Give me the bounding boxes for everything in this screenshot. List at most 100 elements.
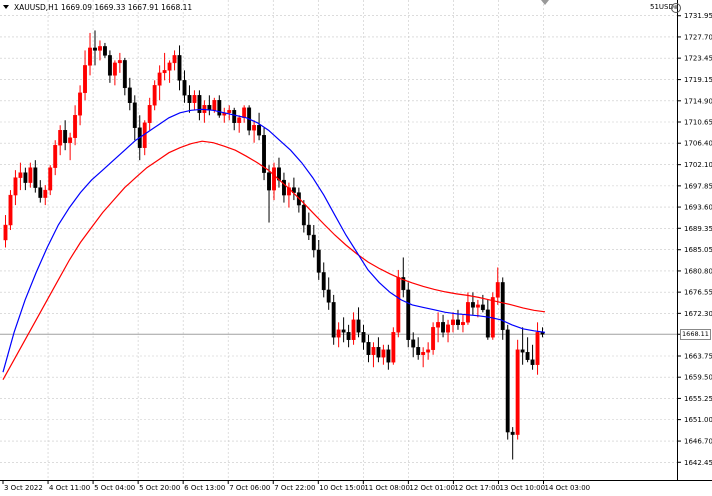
candle bbox=[391, 327, 396, 365]
candle-body bbox=[177, 55, 182, 81]
candle-body bbox=[346, 332, 351, 340]
candle-body bbox=[331, 302, 336, 338]
price-label: 1663.75 bbox=[684, 353, 712, 361]
candle-body bbox=[441, 322, 446, 333]
candle-body bbox=[485, 309, 490, 338]
time-label: 7 Oct 22:00 bbox=[274, 484, 315, 492]
time-label: 6 Oct 13:00 bbox=[184, 484, 225, 492]
time-label: 13 Oct 10:00 bbox=[499, 484, 545, 492]
time-label: 3 Oct 2022 bbox=[4, 484, 43, 492]
candle-body bbox=[192, 95, 197, 103]
candle-body bbox=[58, 130, 63, 146]
chart-shift-marker-icon[interactable] bbox=[541, 0, 549, 5]
candle-body bbox=[267, 172, 271, 191]
price-axis[interactable]: 1731.95 1727.70 1723.45 1719.15 1714.90 1710.… bbox=[677, 12, 712, 467]
chart-window[interactable]: 1731.95 1727.70 1723.45 1719.15 1714.90 1710.… bbox=[0, 0, 712, 496]
time-label: 14 Oct 03:00 bbox=[544, 484, 590, 492]
candle-body bbox=[122, 60, 127, 89]
candle-body bbox=[162, 70, 167, 74]
price-label: 1710.65 bbox=[684, 119, 712, 127]
candle-body bbox=[93, 47, 97, 51]
candle-body bbox=[381, 349, 386, 358]
candle-body bbox=[311, 234, 316, 251]
candle-body bbox=[43, 189, 48, 198]
candle-body bbox=[326, 289, 331, 303]
candle-body bbox=[212, 100, 217, 111]
price-label: 1697.85 bbox=[684, 182, 712, 190]
time-label: 12 Oct 17:00 bbox=[454, 484, 500, 492]
candle-body bbox=[132, 102, 137, 128]
candle-body bbox=[98, 46, 102, 51]
candle-body bbox=[396, 277, 401, 333]
candle bbox=[490, 292, 495, 340]
candle-body bbox=[431, 327, 436, 350]
candle-body bbox=[321, 272, 326, 291]
price-label: 1672.30 bbox=[684, 310, 712, 318]
candle-body bbox=[416, 347, 421, 355]
price-label: 1714.90 bbox=[684, 97, 712, 105]
price-label: 1723.45 bbox=[684, 55, 712, 63]
candle-body bbox=[475, 304, 480, 308]
candle-body bbox=[510, 431, 515, 435]
candle-body bbox=[13, 177, 18, 196]
time-label: 7 Oct 06:00 bbox=[229, 484, 270, 492]
candle-body bbox=[366, 342, 371, 355]
candle bbox=[406, 282, 411, 348]
candle-body bbox=[53, 145, 58, 168]
candle-body bbox=[187, 95, 192, 103]
candle-body bbox=[301, 204, 306, 226]
candle-body bbox=[172, 55, 177, 64]
candle-body bbox=[436, 322, 441, 328]
candle-body bbox=[505, 329, 510, 433]
candle bbox=[515, 339, 520, 440]
candle-body bbox=[102, 46, 107, 56]
candle-body bbox=[446, 324, 450, 333]
price-label: 1685.05 bbox=[684, 246, 712, 254]
price-label: 1702.10 bbox=[684, 161, 712, 169]
candle-body bbox=[217, 100, 222, 116]
time-label: 5 Oct 20:00 bbox=[139, 484, 180, 492]
candle-body bbox=[391, 332, 396, 363]
candle-body bbox=[530, 359, 535, 365]
candle-body bbox=[33, 167, 38, 188]
candle-body bbox=[535, 332, 540, 365]
candle-body bbox=[336, 329, 341, 338]
candle-body bbox=[152, 85, 157, 106]
candle-body bbox=[157, 72, 162, 86]
time-label: 12 Oct 01:00 bbox=[409, 484, 455, 492]
candle bbox=[262, 127, 266, 181]
candle-body bbox=[48, 167, 53, 191]
candle-body bbox=[461, 322, 465, 326]
price-label: 1646.70 bbox=[684, 438, 712, 446]
candle bbox=[505, 324, 510, 440]
candle-body bbox=[83, 65, 87, 94]
candle-body bbox=[28, 167, 33, 183]
time-label: 4 Oct 11:00 bbox=[49, 484, 90, 492]
candle-body bbox=[257, 125, 262, 136]
candle-body bbox=[237, 117, 242, 123]
candle-body bbox=[495, 282, 500, 298]
candle-body bbox=[341, 329, 346, 333]
candle bbox=[396, 269, 401, 338]
price-label: 1693.60 bbox=[684, 204, 712, 212]
candle-body bbox=[525, 352, 530, 360]
price-label: 1706.40 bbox=[684, 140, 712, 148]
price-label: 1659.50 bbox=[684, 374, 712, 382]
candle-body bbox=[426, 349, 431, 353]
candle-body bbox=[117, 60, 122, 64]
close-icon[interactable]: ⊗ bbox=[671, 3, 681, 13]
candle-body bbox=[147, 105, 152, 123]
time-axis[interactable]: 3 Oct 2022 4 Oct 11:00 5 Oct 04:00 5 Oct 20… bbox=[2, 480, 590, 492]
candle-body bbox=[520, 349, 525, 353]
candle-body bbox=[78, 92, 83, 116]
symbol-menu-arrow-icon[interactable] bbox=[3, 5, 9, 9]
candle-body bbox=[3, 224, 8, 241]
symbol-info: XAUUSD,H1 1669.09 1669.33 1667.91 1668.1… bbox=[14, 3, 193, 12]
price-label: 1731.95 bbox=[684, 12, 712, 20]
candle-body bbox=[376, 347, 381, 358]
price-chart[interactable]: 1731.95 1727.70 1723.45 1719.15 1714.90 1710.… bbox=[0, 0, 712, 496]
price-label: 1642.45 bbox=[684, 459, 712, 467]
candle-body bbox=[351, 319, 356, 340]
candle-body bbox=[421, 352, 426, 355]
candle-body bbox=[107, 55, 112, 76]
